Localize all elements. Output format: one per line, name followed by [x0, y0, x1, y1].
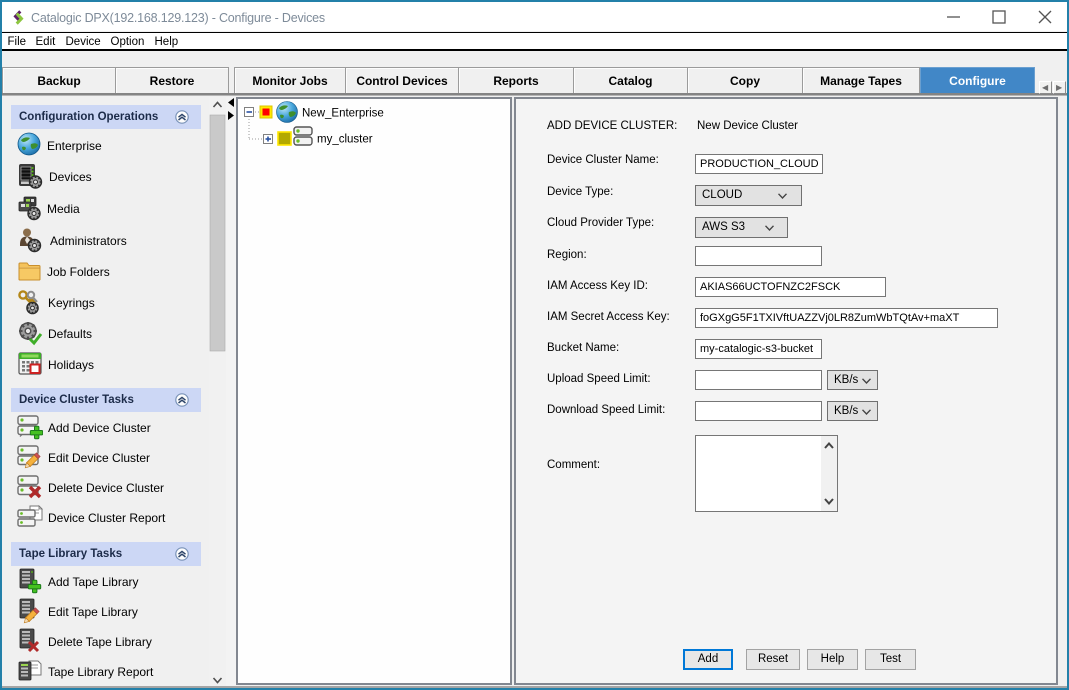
- svg-text:my_cluster: my_cluster: [317, 134, 373, 146]
- svg-text:New_Enterprise: New_Enterprise: [302, 108, 384, 120]
